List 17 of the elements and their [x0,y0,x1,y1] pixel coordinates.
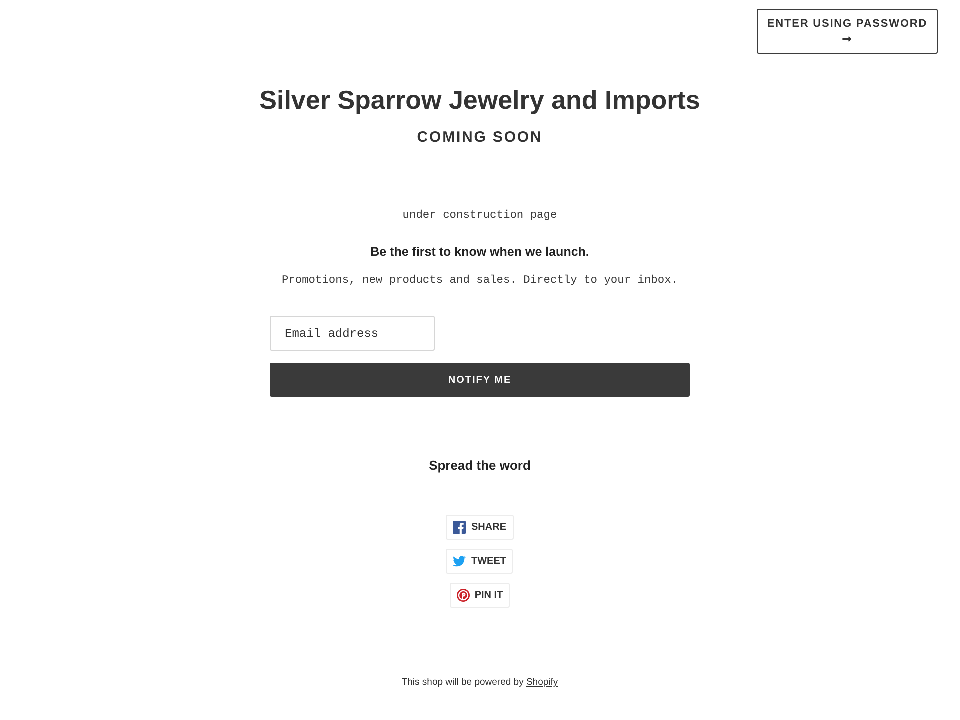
shop-title: Silver Sparrow Jewelry and Imports [260,84,700,116]
shopify-link[interactable]: Shopify [526,677,558,688]
coming-soon-subtitle: COMING SOON [417,128,543,148]
notify-me-button[interactable]: NOTIFY ME [270,363,690,397]
bird-icon [453,555,466,568]
p-logo-icon [456,589,470,602]
newsletter-description: Promotions, new products and sales. Directly to your inbox. [282,274,678,289]
launch-heading: Be the first to know when we launch. [370,244,590,261]
share-button[interactable]: SHARE [446,515,514,540]
tweet-button[interactable]: TWEET [446,549,514,574]
construction-message: under construction page [402,208,558,224]
powered-by-text: This shop will be powered by Shopify [402,676,558,690]
spread-word-heading: Spread the word [429,457,531,475]
pin-button[interactable]: PIN IT [450,583,510,608]
email-input-field[interactable]: Email address [270,316,435,351]
enter-password-button[interactable]: ENTER USING PASSWORD → [757,9,938,54]
f-logo-icon [453,521,466,534]
